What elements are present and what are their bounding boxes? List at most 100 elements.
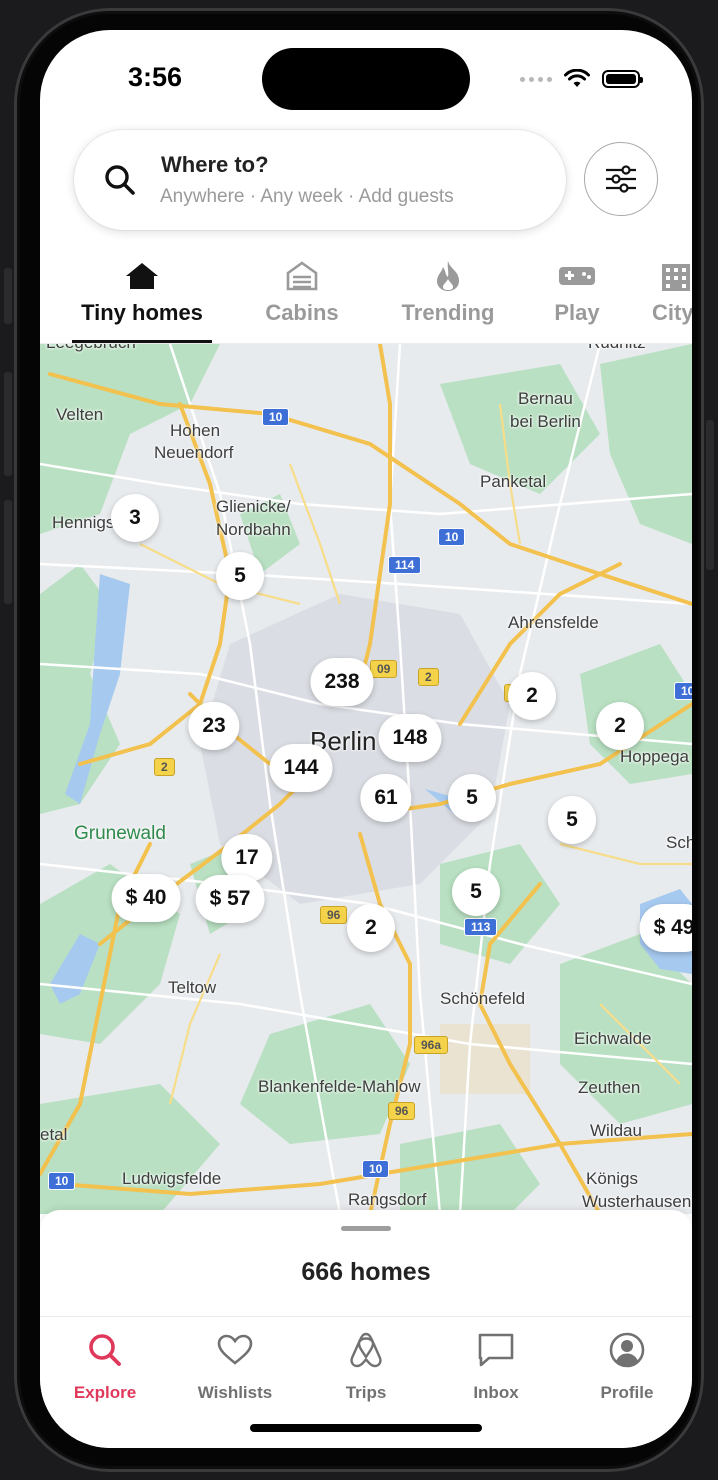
road-shield: 96a xyxy=(414,1036,449,1054)
heart-icon xyxy=(217,1334,253,1365)
tab-inbox[interactable]: Inbox xyxy=(441,1329,551,1403)
map-label: Grunewald xyxy=(74,823,166,844)
map-label: Bernau xyxy=(518,389,573,408)
results-count: 666 homes xyxy=(301,1258,431,1286)
map-label: Sch xyxy=(666,833,692,852)
map-marker[interactable]: 2 xyxy=(596,702,644,750)
category-tiny-homes[interactable]: Tiny homes xyxy=(72,256,212,326)
user-circle-icon xyxy=(609,1332,645,1368)
sheet-handle[interactable] xyxy=(341,1226,391,1231)
map-label: Teltow xyxy=(168,978,217,997)
price-marker[interactable]: $ 49 xyxy=(639,904,692,952)
tab-wishlists[interactable]: Wishlists xyxy=(180,1329,290,1403)
category-cabins[interactable]: Cabins xyxy=(252,256,352,326)
flame-icon xyxy=(437,261,459,291)
road-shield: 10 xyxy=(48,1172,76,1190)
volume-up-button xyxy=(4,372,12,476)
message-icon xyxy=(478,1333,514,1367)
map-label: etal xyxy=(40,1125,68,1144)
map-label: Ahrensfelde xyxy=(508,613,599,632)
map-marker[interactable]: 5 xyxy=(548,796,596,844)
map-marker[interactable]: 2 xyxy=(347,904,395,952)
tab-profile[interactable]: Profile xyxy=(572,1329,682,1403)
map-label: Blankenfelde-Mahlow xyxy=(258,1077,421,1096)
road-shield: 96 xyxy=(388,1102,416,1120)
map-marker[interactable]: 5 xyxy=(216,552,264,600)
road-shield: 2 xyxy=(154,758,175,776)
road-shield: 113 xyxy=(464,918,498,936)
filters-button[interactable] xyxy=(584,142,658,216)
map-marker[interactable]: 5 xyxy=(452,868,500,916)
map-label: Wildau xyxy=(590,1121,642,1140)
map-label: Eichwalde xyxy=(574,1029,652,1048)
map-label: Zeuthen xyxy=(578,1078,641,1097)
road-shield: 09 xyxy=(370,660,398,678)
category-city[interactable]: City xyxy=(652,256,692,326)
category-play[interactable]: Play xyxy=(537,256,617,326)
map-label: Hoppega xyxy=(620,747,690,766)
battery-icon xyxy=(602,70,643,88)
tab-label: Inbox xyxy=(473,1383,519,1402)
map-label: Glienicke/ xyxy=(216,497,291,516)
price-marker[interactable]: $ 57 xyxy=(195,875,265,923)
map-marker[interactable]: 61 xyxy=(360,774,412,822)
sliders-icon xyxy=(606,165,636,193)
map-marker[interactable]: 148 xyxy=(378,714,442,762)
airbnb-logo-icon xyxy=(350,1332,382,1368)
map-marker[interactable]: 144 xyxy=(269,744,333,792)
results-sheet[interactable]: 666 homes xyxy=(40,1210,692,1320)
search-icon xyxy=(105,165,135,195)
map-label: Velten xyxy=(56,405,104,424)
map-marker[interactable]: 2 xyxy=(508,672,556,720)
category-label: Cabins xyxy=(265,300,339,325)
tab-label: Trips xyxy=(345,1383,387,1402)
category-bar: Tiny homes Cabins Trending Play City xyxy=(40,256,692,344)
map-marker[interactable]: 23 xyxy=(188,702,240,750)
tab-label: Explore xyxy=(73,1383,137,1402)
map-label: bei Berlin xyxy=(510,412,581,431)
map-label: Königs xyxy=(586,1169,638,1188)
silent-switch xyxy=(4,268,12,324)
house-icon xyxy=(126,263,158,289)
cellular-signal-icon xyxy=(520,76,552,82)
gamepad-icon xyxy=(559,267,595,285)
map-label: Ludwigsfelde xyxy=(122,1169,222,1188)
road-shield: 10 xyxy=(674,682,692,700)
dynamic-island xyxy=(262,48,470,110)
tab-label: Profile xyxy=(600,1383,654,1402)
map-label: Hennigs xyxy=(52,513,115,532)
category-label: Play xyxy=(554,300,600,325)
map-label: Rangsdorf xyxy=(348,1190,427,1209)
map-label: Neuendorf xyxy=(154,443,234,462)
building-icon xyxy=(662,264,690,291)
map-view[interactable]: Leegebruch Velten Hohen Neuendorf Bernau… xyxy=(40,344,692,1214)
status-time: 3:56 xyxy=(128,62,183,92)
map-label: Rüdnitz xyxy=(588,344,646,354)
map-marker[interactable]: 3 xyxy=(111,494,159,542)
map-label: Hohen xyxy=(170,421,221,440)
map-label: Leegebruch xyxy=(46,344,136,354)
road-shield: 96 xyxy=(320,906,348,924)
road-shield: 2 xyxy=(418,668,439,686)
map-marker[interactable]: 5 xyxy=(448,774,496,822)
road-shield: 10 xyxy=(362,1160,390,1178)
category-trending[interactable]: Trending xyxy=(390,256,506,326)
category-label: City xyxy=(652,300,692,325)
price-marker[interactable]: $ 40 xyxy=(111,874,181,922)
tab-trips[interactable]: Trips xyxy=(311,1329,421,1403)
tab-label: Wishlists xyxy=(197,1383,273,1402)
category-label: Trending xyxy=(401,300,495,325)
search-bar[interactable]: Where to? Anywhere · Any week · Add gues… xyxy=(74,130,566,230)
power-button xyxy=(706,420,714,570)
road-shield: 114 xyxy=(388,556,422,574)
map-label: Nordbahn xyxy=(216,520,291,539)
status-icons xyxy=(520,66,643,92)
cabin-icon xyxy=(286,261,318,291)
map-label: Schönefeld xyxy=(440,989,526,1008)
search-title: Where to? xyxy=(161,152,269,177)
map-marker[interactable]: 238 xyxy=(310,658,374,706)
road-shield: 10 xyxy=(438,528,466,546)
volume-down-button xyxy=(4,500,12,604)
tab-explore[interactable]: Explore xyxy=(50,1329,160,1403)
category-label: Tiny homes xyxy=(81,300,203,325)
